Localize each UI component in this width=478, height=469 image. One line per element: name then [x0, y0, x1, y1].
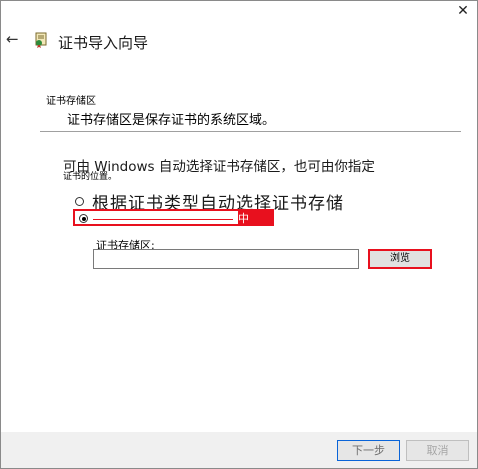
certificate-import-wizard-window: ✕ ← 证书导入向导 证书存储区 证书存储区是保存证书的系统区域。 可由 Win… — [0, 0, 478, 469]
next-button[interactable]: 下一步 — [337, 440, 400, 461]
radio-manual-highlight-stroke — [93, 219, 233, 220]
close-button[interactable]: ✕ — [455, 3, 471, 19]
header-divider — [40, 131, 461, 132]
back-arrow-icon: ← — [6, 30, 19, 48]
radio-manual-circle[interactable] — [79, 214, 88, 223]
wizard-title: 证书导入向导 — [58, 34, 149, 52]
close-icon: ✕ — [457, 3, 469, 19]
section-header: 证书存储区 — [46, 96, 96, 107]
section-description: 证书存储区是保存证书的系统区域。 — [67, 113, 276, 128]
store-input[interactable] — [93, 249, 359, 269]
radio-manual-select[interactable]: 中 — [73, 209, 274, 226]
browse-button[interactable]: 浏览 — [368, 249, 432, 269]
radio-auto-circle[interactable] — [75, 197, 84, 206]
cancel-button[interactable]: 取消 — [406, 440, 469, 461]
back-button[interactable]: ← — [6, 31, 22, 47]
overlap-label: 证书的位置。 — [63, 172, 118, 182]
radio-manual-label: 中 — [238, 212, 249, 225]
certificate-wizard-icon — [33, 32, 49, 48]
